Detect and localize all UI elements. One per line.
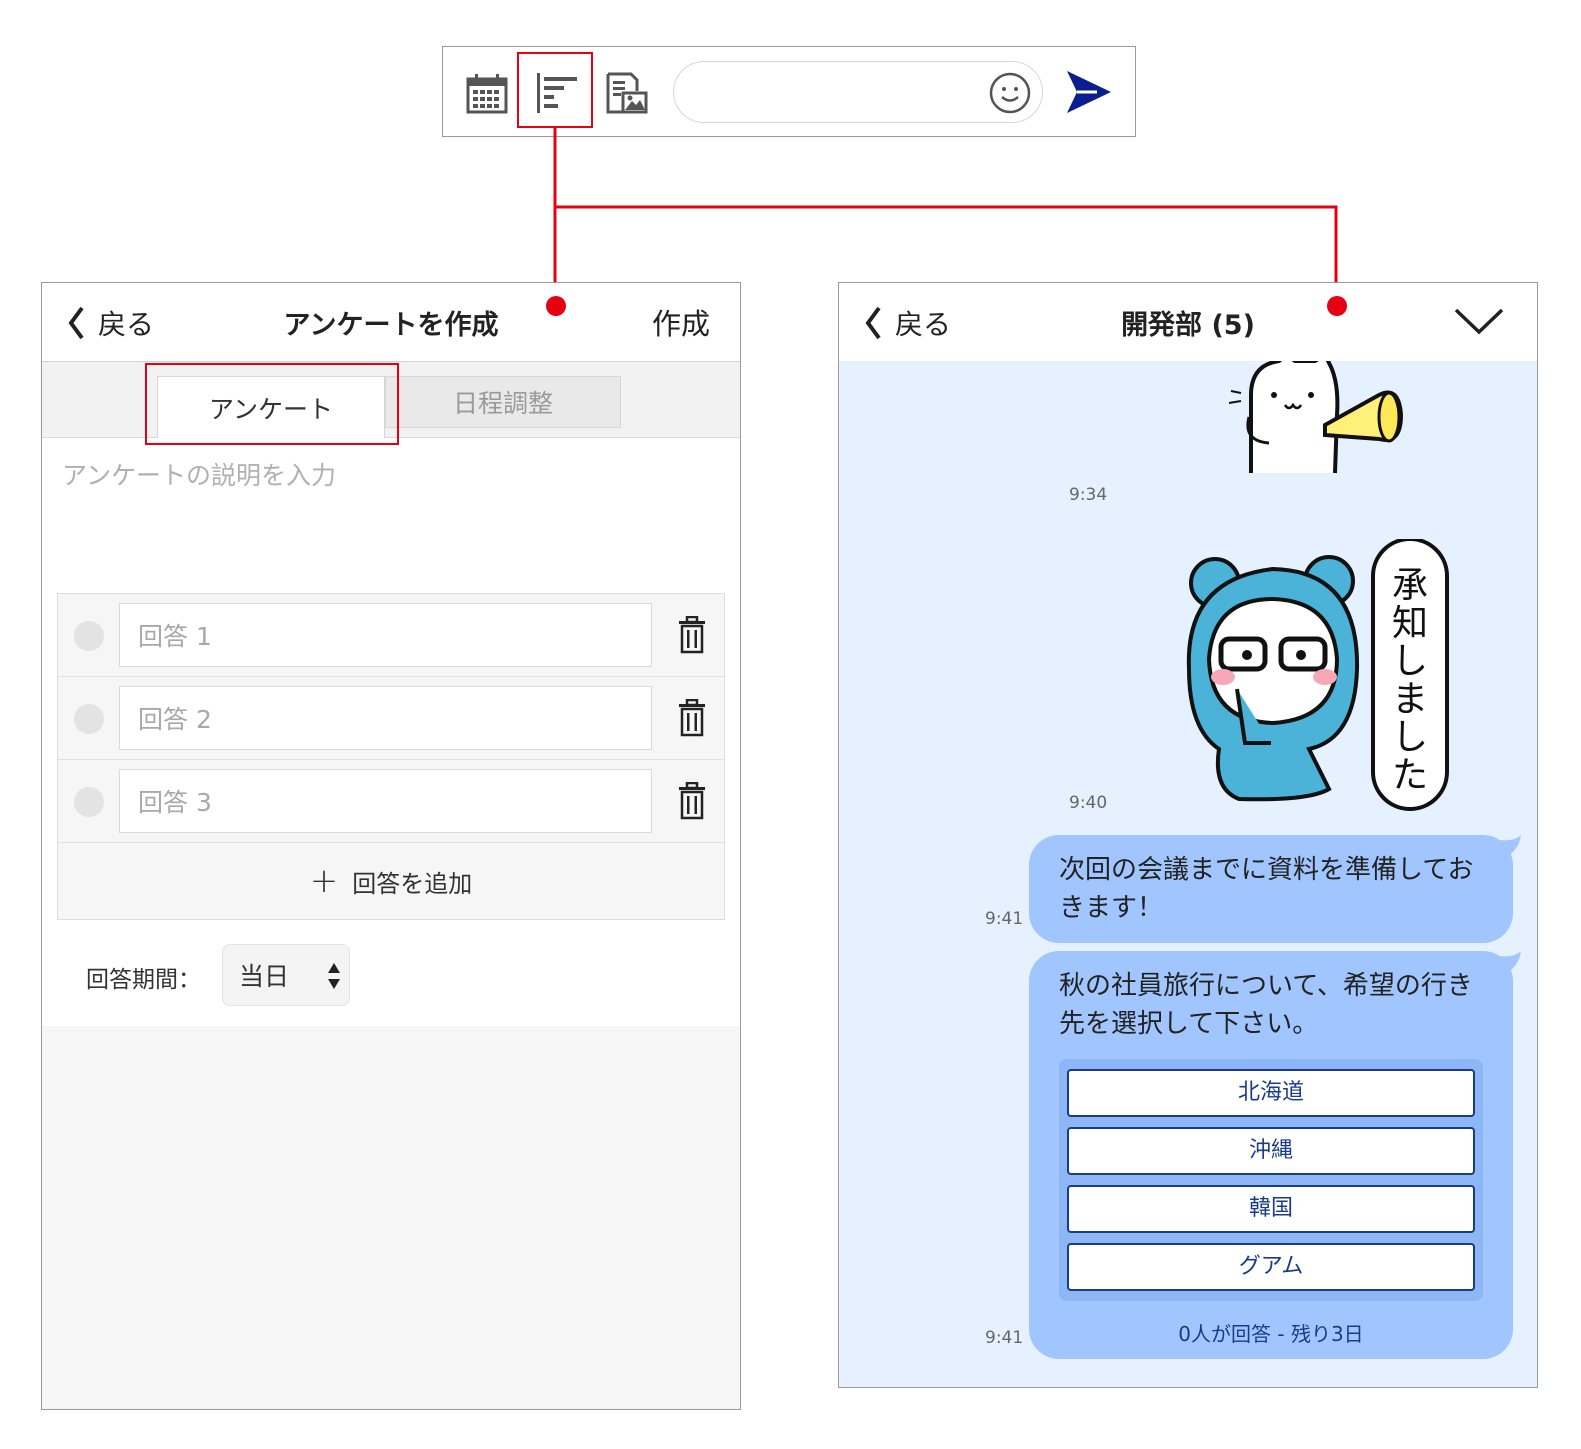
answer-row: 回答 1: [58, 594, 724, 677]
answer-input[interactable]: 回答 3: [119, 769, 652, 833]
send-icon[interactable]: [1063, 69, 1113, 115]
answer-input[interactable]: 回答 1: [119, 603, 652, 667]
bear-hood-sticker[interactable]: 承 知 し ま し た: [1179, 539, 1459, 819]
timestamp: 9:40: [1069, 793, 1108, 813]
tab-bar: アンケート 日程調整: [42, 362, 740, 438]
answer-row: 回答 3: [58, 760, 724, 843]
message-text: 次回の会議までに資料を準備しておきます！: [1059, 855, 1474, 923]
connector-dot: [546, 296, 566, 316]
navbar: 戻る 開発部 (5): [839, 283, 1537, 362]
chat-screen: 戻る 開発部 (5) 9:34 承 知 し ま し た 9:40 9:41 次回…: [838, 282, 1538, 1388]
answer-list: 回答 1 回答 2 回答 3 + 回答を追加: [57, 593, 725, 920]
back-label: 戻る: [895, 308, 952, 341]
navbar: 戻る アンケートを作成 作成: [42, 283, 740, 362]
sticker-text-1: 承: [1392, 565, 1428, 606]
chat-title: 開発部 (5): [1121, 310, 1255, 341]
timestamp: 9:41: [985, 909, 1024, 929]
chevron-left-icon: [68, 306, 84, 340]
trash-icon[interactable]: [678, 699, 706, 737]
poll-option[interactable]: 韓国: [1067, 1185, 1475, 1233]
chat-area: 9:34 承 知 し ま し た 9:40 9:41 次回の会議までに資料を準備…: [839, 361, 1537, 1387]
period-value: 当日: [239, 962, 290, 991]
bubble-tail: [1493, 951, 1521, 975]
connector-dot: [1327, 296, 1347, 316]
sticker-text-5: し: [1392, 717, 1428, 758]
tab-poll[interactable]: アンケート: [157, 376, 385, 438]
poll-icon[interactable]: [535, 71, 579, 115]
poll-footer: 0人が回答 - 残り3日: [1178, 1322, 1364, 1346]
answer-radio: [74, 621, 104, 651]
back-label: 戻る: [98, 308, 155, 341]
answer-placeholder: 回答 2: [138, 705, 212, 734]
select-arrows-icon: [328, 963, 340, 989]
calendar-icon[interactable]: [465, 71, 509, 115]
bubble-tail: [1493, 835, 1521, 859]
sticker-text-4: ま: [1392, 679, 1428, 720]
answer-placeholder: 回答 1: [138, 622, 212, 651]
cat-megaphone-sticker[interactable]: [1229, 361, 1419, 485]
page-title: アンケートを作成: [283, 310, 499, 341]
period-select[interactable]: 当日: [222, 944, 350, 1006]
period-label: 回答期間：: [86, 967, 201, 993]
timestamp: 9:34: [1069, 485, 1108, 505]
answer-row: 回答 2: [58, 677, 724, 760]
poll-question: 秋の社員旅行について、希望の行き先を選択して下さい。: [1059, 971, 1473, 1039]
plus-icon: +: [309, 861, 339, 901]
add-answer-button[interactable]: + 回答を追加: [58, 843, 724, 919]
tab-schedule[interactable]: 日程調整: [385, 376, 621, 428]
answer-placeholder: 回答 3: [138, 788, 212, 817]
message-input[interactable]: [673, 61, 1043, 123]
message-bubble[interactable]: 次回の会議までに資料を準備しておきます！: [1029, 835, 1521, 943]
poll-options: 北海道 沖縄 韓国 グアム: [1059, 1059, 1483, 1301]
add-answer-label: 回答を追加: [352, 869, 473, 898]
trash-icon[interactable]: [678, 616, 706, 654]
back-button[interactable]: 戻る: [66, 303, 154, 343]
image-icon[interactable]: [605, 71, 649, 115]
empty-area: [42, 1026, 740, 1409]
poll-option[interactable]: 北海道: [1067, 1069, 1475, 1117]
message-toolbar: [442, 46, 1136, 137]
create-poll-screen: 戻る アンケートを作成 作成 アンケート 日程調整 アンケートの説明を入力 回答…: [41, 282, 741, 1410]
answer-radio: [74, 704, 104, 734]
answer-radio: [74, 787, 104, 817]
back-button[interactable]: 戻る: [863, 303, 951, 343]
timestamp: 9:41: [985, 1328, 1024, 1348]
poll-option[interactable]: 沖縄: [1067, 1127, 1475, 1175]
description-placeholder: アンケートの説明を入力: [62, 461, 337, 490]
sticker-text-3: し: [1392, 641, 1428, 682]
description-input[interactable]: アンケートの説明を入力: [42, 438, 740, 593]
emoji-icon[interactable]: [988, 71, 1032, 115]
answer-input[interactable]: 回答 2: [119, 686, 652, 750]
sticker-text-6: た: [1392, 755, 1428, 796]
create-button[interactable]: 作成: [652, 301, 710, 343]
poll-bubble: 秋の社員旅行について、希望の行き先を選択して下さい。 北海道 沖縄 韓国 グアム…: [1029, 951, 1521, 1359]
chevron-down-icon[interactable]: [1453, 305, 1505, 337]
poll-option[interactable]: グアム: [1067, 1243, 1475, 1291]
answer-period-row: 回答期間： 当日: [42, 920, 740, 1029]
chevron-left-icon: [865, 306, 881, 340]
trash-icon[interactable]: [678, 782, 706, 820]
sticker-text-2: 知: [1392, 603, 1428, 644]
